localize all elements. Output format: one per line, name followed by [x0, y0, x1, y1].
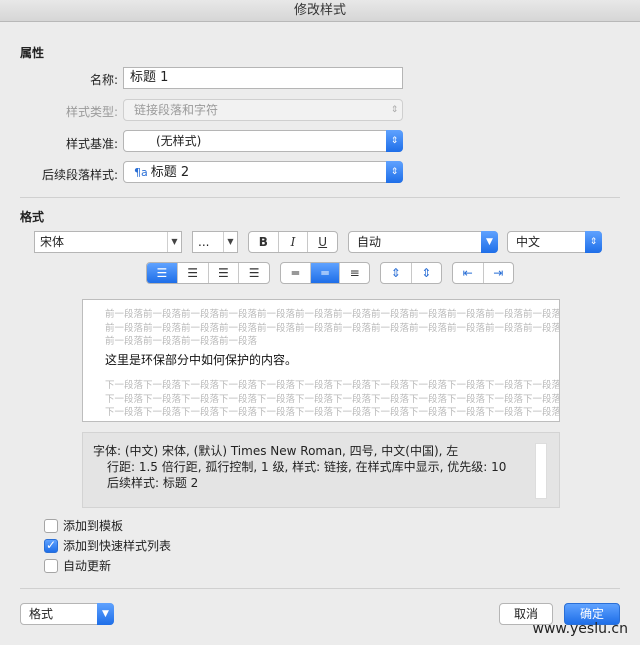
- format-menu-label: 格式: [29, 607, 54, 621]
- style-type-label: 样式类型:: [65, 105, 118, 119]
- text-style-group: B I U: [248, 231, 338, 253]
- add-to-template-label: 添加到模板: [63, 519, 124, 533]
- description-line: 字体: (中文) 宋体, (默认) Times New Roman, 四号, 中…: [93, 444, 459, 458]
- updown-chevron-icon: ⇕: [386, 130, 403, 152]
- window-title: 修改样式: [0, 0, 640, 22]
- dropdown-arrow-icon: ▼: [167, 232, 181, 252]
- one-half-spacing-icon[interactable]: ═: [310, 263, 341, 283]
- style-preview: 前一段落前一段落前一段落前一段落前一段落前一段落前一段落前一段落前一段落前一段落…: [82, 299, 560, 422]
- checkbox-icon: [44, 519, 58, 533]
- font-value: 宋体: [40, 235, 65, 249]
- based-on-label: 样式基准:: [65, 137, 118, 151]
- based-on-popup[interactable]: (无样式) ⇕: [123, 130, 403, 152]
- style-description: 字体: (中文) 宋体, (默认) Times New Roman, 四号, 中…: [82, 432, 560, 508]
- style-type-popup[interactable]: 链接段落和字符 ⇕: [123, 99, 403, 121]
- format-menu-popup[interactable]: 格式 ▼: [20, 603, 114, 625]
- separator: [20, 197, 620, 198]
- paragraph-style-icon: ¶a: [134, 166, 148, 179]
- name-input[interactable]: 标题 1: [123, 67, 403, 89]
- checkbox-checked-icon: [44, 537, 58, 553]
- sample-text: 这里是环保部分中如何保护的内容。: [105, 353, 298, 367]
- align-right-icon[interactable]: ☰: [209, 263, 240, 283]
- chevron-down-icon: ▼: [481, 231, 498, 253]
- align-center-icon[interactable]: ☰: [178, 263, 209, 283]
- previous-paragraph-preview: 前一段落前一段落前一段落前一段落前一段落前一段落前一段落前一段落前一段落前一段落…: [105, 309, 560, 347]
- indent-group: ⇤ ⇥: [452, 262, 514, 284]
- format-section-title: 格式: [20, 210, 45, 224]
- double-spacing-icon[interactable]: ≡: [340, 263, 369, 283]
- properties-section-title: 属性: [20, 46, 45, 60]
- script-value: 中文: [516, 235, 541, 249]
- font-color-popup[interactable]: 自动 ▼: [348, 231, 498, 253]
- italic-button[interactable]: I: [279, 232, 309, 252]
- font-size-value: ...: [198, 235, 210, 249]
- chevron-down-icon: ▼: [97, 603, 114, 625]
- description-line: 行距: 1.5 倍行距, 孤行控制, 1 级, 样式: 链接, 在样式库中显示,…: [107, 460, 507, 474]
- next-paragraph-preview: 下一段落下一段落下一段落下一段落下一段落下一段落下一段落下一段落下一段落下一段落…: [105, 380, 560, 418]
- single-spacing-icon[interactable]: ═: [281, 263, 311, 283]
- line-spacing-group: ═ ═ ≡: [280, 262, 370, 284]
- next-style-label: 后续段落样式:: [41, 168, 118, 182]
- decrease-paragraph-spacing-icon[interactable]: ⇕: [381, 263, 412, 283]
- description-line: 后续样式: 标题 2: [107, 476, 199, 490]
- script-popup[interactable]: 中文 ⇕: [507, 231, 602, 253]
- dropdown-arrow-icon: ▼: [223, 232, 237, 252]
- bold-button[interactable]: B: [249, 232, 279, 252]
- updown-chevron-icon: ⇕: [585, 231, 602, 253]
- decrease-indent-icon[interactable]: ⇤: [453, 263, 484, 283]
- align-left-icon[interactable]: ☰: [147, 263, 178, 283]
- add-to-quick-styles-label: 添加到快速样式列表: [63, 539, 172, 553]
- font-combo[interactable]: 宋体 ▼: [34, 231, 182, 253]
- font-color-value: 自动: [357, 235, 382, 249]
- next-style-popup[interactable]: ¶a 标题 2 ⇕: [123, 161, 403, 183]
- underline-button[interactable]: U: [308, 232, 337, 252]
- alignment-group: ☰ ☰ ☰ ☰: [146, 262, 270, 284]
- align-justify-icon[interactable]: ☰: [239, 263, 269, 283]
- updown-chevron-icon: ⇕: [386, 161, 403, 183]
- increase-paragraph-spacing-icon[interactable]: ⇕: [412, 263, 442, 283]
- font-size-combo[interactable]: ... ▼: [192, 231, 238, 253]
- separator: [20, 588, 620, 589]
- paragraph-spacing-group: ⇕ ⇕: [380, 262, 442, 284]
- style-type-value: 链接段落和字符: [134, 103, 219, 117]
- add-to-quick-styles-checkbox[interactable]: 添加到快速样式列表: [44, 537, 172, 554]
- next-style-value: 标题 2: [150, 165, 190, 180]
- checkbox-icon: [44, 559, 58, 573]
- based-on-value: (无样式): [156, 134, 202, 148]
- watermark-text: www.yeslu.cn: [532, 621, 629, 637]
- updown-chevron-icon: ⇕: [390, 105, 399, 115]
- increase-indent-icon[interactable]: ⇥: [484, 263, 514, 283]
- auto-update-label: 自动更新: [63, 559, 112, 573]
- description-scrollbar[interactable]: [535, 443, 547, 499]
- add-to-template-checkbox[interactable]: 添加到模板: [44, 518, 123, 534]
- auto-update-checkbox[interactable]: 自动更新: [44, 558, 111, 574]
- name-label: 名称:: [89, 73, 118, 87]
